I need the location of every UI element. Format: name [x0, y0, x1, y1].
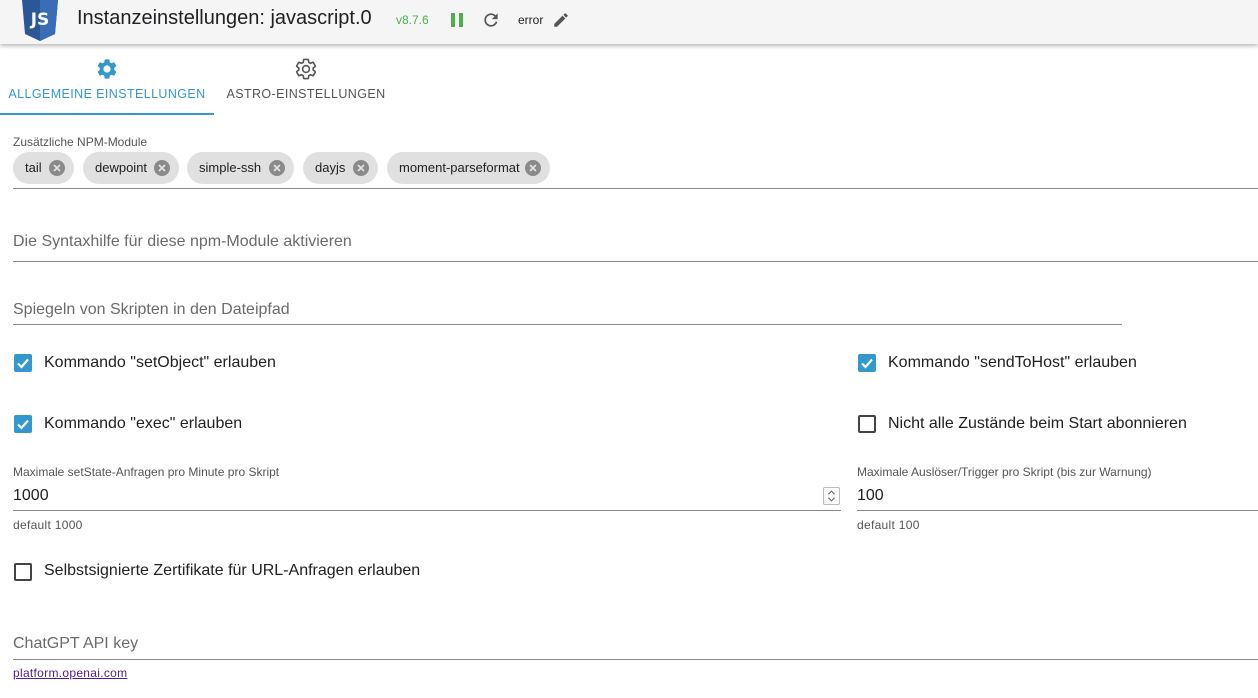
checkbox-exec-label[interactable]: Kommando "exec" erlauben [44, 415, 242, 433]
mirror-path-underline [13, 324, 1122, 325]
max-triggers-label: Maximale Auslöser/Trigger pro Skript (bi… [857, 465, 1152, 479]
syntax-help-underline [13, 261, 1258, 262]
npm-modules-underline [13, 188, 1258, 189]
chip-tail: tail [13, 152, 74, 184]
reload-icon[interactable] [481, 10, 501, 30]
checkbox-no-subscribe-label[interactable]: Nicht alle Zustände beim Start abonniere… [888, 415, 1187, 433]
chatgpt-api-key-underline [13, 659, 1258, 660]
tab-general-settings[interactable]: ALLGEMEINE EINSTELLUNGEN [0, 55, 214, 115]
logo-text: JS [30, 10, 50, 30]
pause-icon[interactable] [450, 12, 464, 28]
chip-dayjs: dayjs [303, 152, 378, 184]
chip-label: simple-ssh [199, 160, 262, 175]
checkbox-self-signed-label[interactable]: Selbstsignierte Zertifikate für URL-Anfr… [44, 562, 420, 580]
checkbox-send-to-host-label[interactable]: Kommando "sendToHost" erlauben [888, 354, 1137, 372]
checkbox-exec[interactable] [14, 415, 32, 433]
gear-filled-icon [97, 59, 117, 79]
remove-chip-icon[interactable] [524, 159, 542, 177]
number-spinner-icon[interactable] [823, 487, 840, 505]
mirror-path-input[interactable]: Spiegeln von Skripten in den Dateipfad [13, 301, 290, 319]
chip-label: moment-parseformat [399, 160, 520, 175]
chip-simple-ssh: simple-ssh [187, 152, 294, 184]
remove-chip-icon[interactable] [153, 159, 171, 177]
max-setstate-label: Maximale setState-Anfragen pro Minute pr… [13, 465, 280, 479]
active-tab-indicator [0, 113, 214, 115]
checkbox-no-subscribe[interactable] [858, 415, 876, 433]
max-triggers-input[interactable]: 100 [857, 487, 884, 505]
openai-platform-link[interactable]: platform.openai.com [13, 666, 127, 680]
chip-dewpoint: dewpoint [83, 152, 179, 184]
edit-pencil-icon[interactable] [552, 11, 570, 29]
page-title: Instanzeinstellungen: javascript.0 [77, 7, 372, 29]
tab-astro-settings[interactable]: ASTRO-EINSTELLUNGEN [214, 55, 398, 115]
max-setstate-underline [13, 510, 841, 511]
app-header: JS Instanzeinstellungen: javascript.0 v8… [0, 0, 1258, 44]
gear-outline-icon [295, 58, 317, 80]
npm-modules-label: Zusätzliche NPM-Module [13, 135, 148, 149]
javascript-logo-icon: JS [22, 0, 58, 41]
chatgpt-api-key-input[interactable]: ChatGPT API key [13, 635, 138, 653]
chip-moment-parseformat: moment-parseformat [387, 152, 550, 184]
checkbox-set-object-label[interactable]: Kommando "setObject" erlauben [44, 354, 276, 372]
chip-label: tail [25, 160, 42, 175]
syntax-help-input[interactable]: Die Syntaxhilfe für diese npm-Module akt… [13, 233, 352, 251]
max-setstate-input[interactable]: 1000 [13, 487, 49, 505]
checkbox-send-to-host[interactable] [858, 354, 876, 372]
remove-chip-icon[interactable] [48, 159, 66, 177]
remove-chip-icon[interactable] [352, 159, 370, 177]
remove-chip-icon[interactable] [268, 159, 286, 177]
log-level-label: error [518, 13, 544, 27]
checkbox-set-object[interactable] [14, 354, 32, 372]
tab-astro-label: ASTRO-EINSTELLUNGEN [226, 87, 386, 101]
checkbox-self-signed[interactable] [14, 563, 32, 581]
tab-general-label: ALLGEMEINE EINSTELLUNGEN [8, 87, 206, 101]
max-triggers-underline [857, 510, 1258, 511]
chip-label: dewpoint [95, 160, 148, 175]
chip-label: dayjs [315, 160, 346, 175]
version-label: v8.7.6 [396, 13, 429, 27]
max-triggers-helper: default 100 [857, 518, 920, 532]
max-setstate-helper: default 1000 [13, 518, 83, 532]
